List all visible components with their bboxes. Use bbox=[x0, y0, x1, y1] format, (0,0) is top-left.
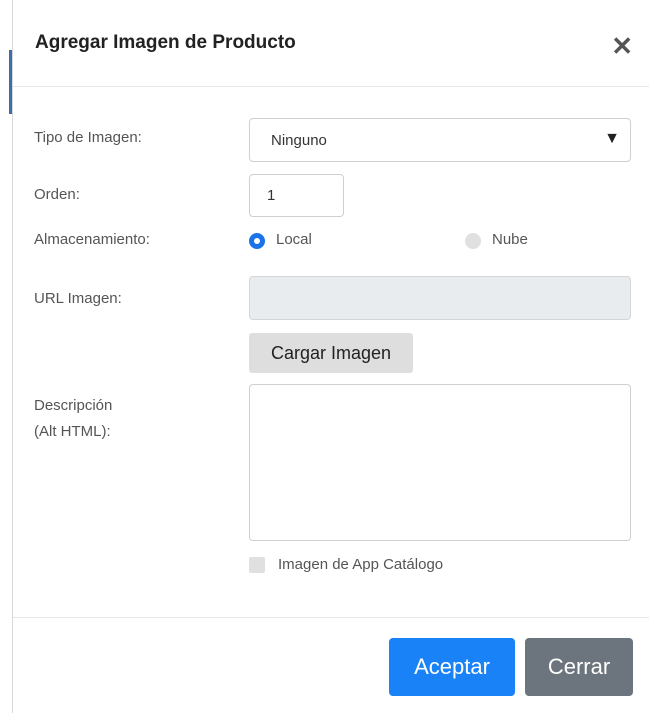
modal-header: Agregar Imagen de Producto ✕ bbox=[13, 0, 649, 87]
image-type-select[interactable]: Ninguno ▼ bbox=[249, 118, 631, 162]
image-type-label: Tipo de Imagen: bbox=[34, 129, 142, 146]
storage-cloud-label: Nube bbox=[492, 231, 528, 248]
image-type-selected-value: Ninguno bbox=[271, 132, 327, 149]
order-input[interactable]: 1 bbox=[249, 174, 344, 217]
description-label-line1: Descripción bbox=[34, 397, 113, 414]
close-icon[interactable]: ✕ bbox=[611, 33, 633, 59]
checkbox-icon bbox=[249, 557, 265, 573]
add-product-image-modal: Agregar Imagen de Producto ✕ Tipo de Ima… bbox=[13, 0, 649, 713]
chevron-down-icon: ▼ bbox=[604, 130, 620, 147]
order-label: Orden: bbox=[34, 186, 80, 203]
url-label: URL Imagen: bbox=[34, 290, 122, 307]
radio-checked-icon bbox=[249, 233, 265, 249]
modal-title: Agregar Imagen de Producto bbox=[35, 32, 296, 53]
background-accent bbox=[9, 50, 12, 114]
description-textarea[interactable] bbox=[249, 384, 631, 541]
accept-button[interactable]: Aceptar bbox=[389, 638, 515, 696]
description-label-line2: (Alt HTML): bbox=[34, 423, 111, 440]
footer-divider bbox=[13, 617, 649, 618]
order-input-value: 1 bbox=[267, 187, 276, 204]
background-page-edge bbox=[0, 0, 13, 713]
storage-local-label: Local bbox=[276, 231, 312, 248]
url-input[interactable] bbox=[249, 276, 631, 320]
catalog-app-checkbox-label: Imagen de App Catálogo bbox=[278, 556, 444, 573]
radio-unchecked-icon bbox=[465, 233, 481, 249]
upload-image-button[interactable]: Cargar Imagen bbox=[249, 333, 413, 373]
storage-label: Almacenamiento: bbox=[34, 231, 150, 248]
close-button[interactable]: Cerrar bbox=[525, 638, 633, 696]
